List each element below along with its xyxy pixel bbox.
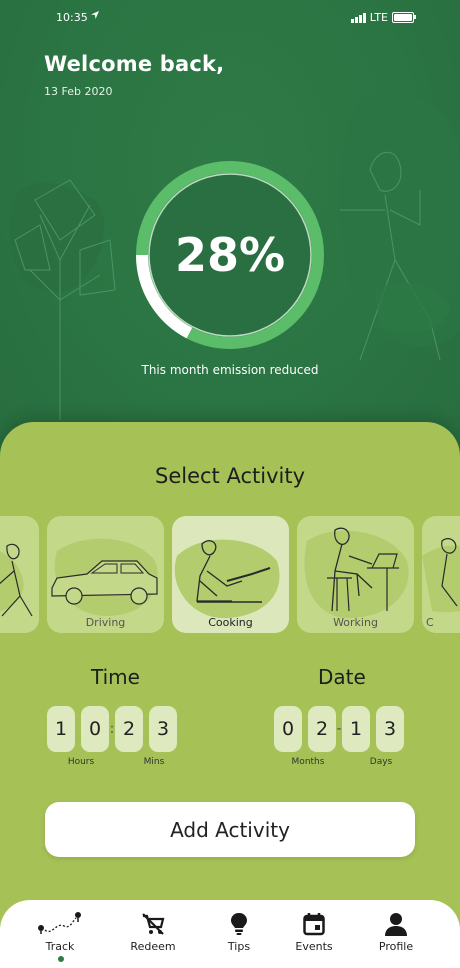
minute-tens-digit[interactable]: 2 bbox=[115, 706, 143, 752]
activity-label: g bbox=[0, 616, 39, 629]
time-picker[interactable]: 1 0 : 2 3 bbox=[47, 706, 183, 752]
activity-label-working: Working bbox=[333, 616, 378, 629]
mins-label: Mins bbox=[143, 757, 165, 767]
status-bar: 10:35 LTE bbox=[0, 0, 460, 36]
activity-card-driving[interactable]: Driving bbox=[47, 516, 164, 633]
active-indicator bbox=[58, 956, 64, 962]
progress-caption: This month emission reduced bbox=[141, 363, 319, 377]
nav-label-events: Events bbox=[295, 940, 333, 953]
calendar-icon bbox=[303, 913, 325, 936]
status-time: 10:35 bbox=[56, 11, 88, 24]
month-ones-digit[interactable]: 2 bbox=[308, 706, 336, 752]
day-tens-digit[interactable]: 1 bbox=[342, 706, 370, 752]
nav-label-track: Track bbox=[45, 940, 75, 953]
location-arrow-icon bbox=[91, 11, 99, 19]
add-activity-button[interactable]: Add Activity bbox=[45, 802, 415, 857]
time-title: Time bbox=[91, 665, 140, 689]
activity-card-working[interactable]: Working bbox=[297, 516, 414, 633]
day-ones-digit[interactable]: 3 bbox=[376, 706, 404, 752]
activity-label: C bbox=[426, 616, 434, 629]
signal-icon bbox=[350, 12, 366, 23]
activity-label-cooking: Cooking bbox=[208, 616, 253, 629]
hour-ones-digit[interactable]: 0 bbox=[81, 706, 109, 752]
months-label: Months bbox=[291, 757, 325, 767]
minute-ones-digit[interactable]: 3 bbox=[149, 706, 177, 752]
hour-tens-digit[interactable]: 1 bbox=[47, 706, 75, 752]
nav-item-tips[interactable]: Tips bbox=[199, 912, 279, 953]
person-icon bbox=[385, 913, 407, 936]
activity-label-driving: Driving bbox=[85, 616, 126, 629]
activity-card[interactable]: C bbox=[422, 516, 460, 633]
date-title: Date bbox=[318, 665, 366, 689]
emission-progress-ring: 28% bbox=[133, 158, 327, 352]
activity-carousel[interactable]: g Driving Cooking bbox=[0, 516, 460, 634]
battery-icon bbox=[392, 12, 416, 23]
activity-card-cooking[interactable]: Cooking bbox=[172, 516, 289, 633]
activity-sheet: Select Activity g Driving bbox=[0, 422, 460, 968]
nav-item-redeem[interactable]: Redeem bbox=[113, 912, 193, 953]
month-tens-digit[interactable]: 0 bbox=[274, 706, 302, 752]
nav-item-profile[interactable]: Profile bbox=[356, 912, 436, 953]
activity-card[interactable]: g bbox=[0, 516, 39, 633]
page-title: Welcome back, bbox=[44, 52, 225, 76]
header-area: 10:35 LTE Welcome back, 13 Feb 2020 28% … bbox=[0, 0, 460, 460]
network-label: LTE bbox=[369, 11, 388, 24]
nav-item-events[interactable]: Events bbox=[274, 912, 354, 953]
select-activity-title: Select Activity bbox=[155, 464, 305, 488]
nav-label-redeem: Redeem bbox=[130, 940, 176, 953]
bottom-nav: Track Redeem Tips Events Profile bbox=[0, 900, 460, 968]
lightbulb-icon bbox=[231, 913, 247, 935]
nav-item-track[interactable]: Track bbox=[20, 912, 100, 953]
hours-label: Hours bbox=[67, 757, 95, 767]
days-label: Days bbox=[369, 757, 393, 767]
current-date: 13 Feb 2020 bbox=[44, 85, 113, 98]
progress-percent: 28% bbox=[174, 228, 286, 282]
cart-off-icon bbox=[142, 913, 165, 935]
nav-label-profile: Profile bbox=[378, 940, 414, 953]
nav-label-tips: Tips bbox=[227, 940, 251, 953]
route-icon bbox=[38, 912, 81, 934]
date-picker[interactable]: 0 2 - 1 3 bbox=[274, 706, 410, 752]
